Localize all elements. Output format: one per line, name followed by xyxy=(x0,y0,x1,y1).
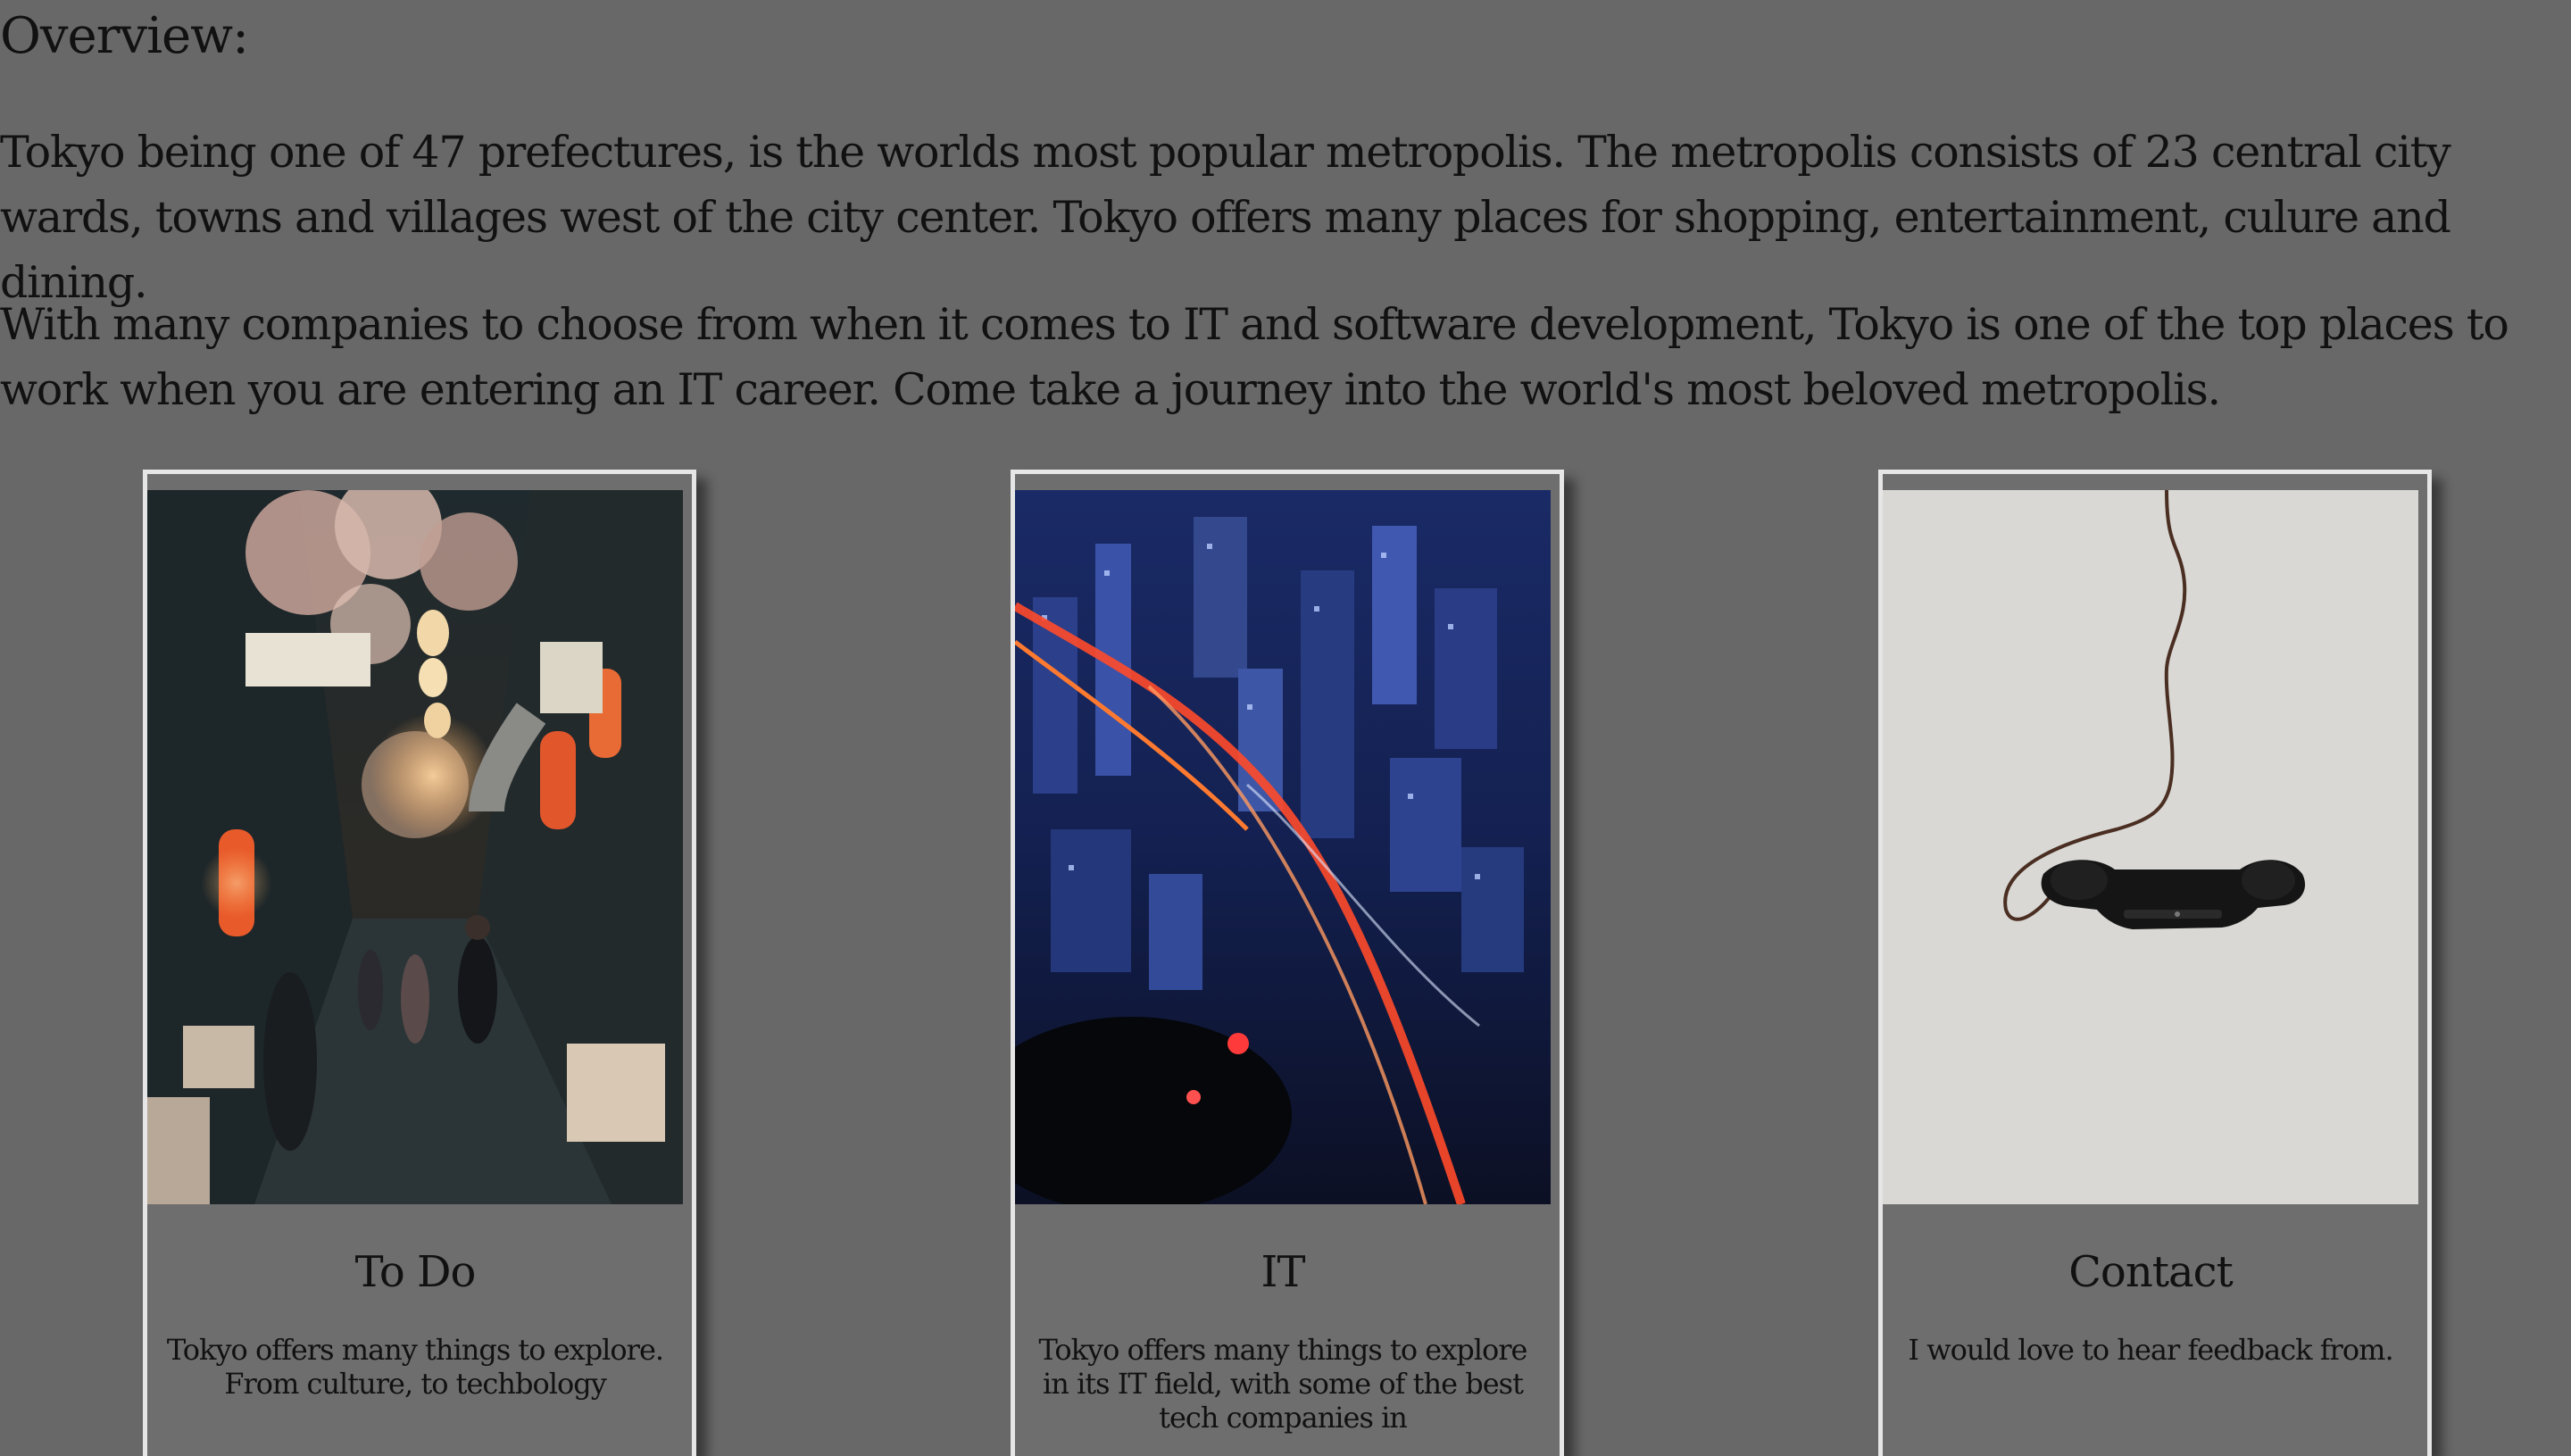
card-title: To Do xyxy=(354,1247,477,1297)
tokyo-city-night-image xyxy=(1015,490,1551,1204)
overview-paragraph-1: Tokyo being one of 47 prefectures, is th… xyxy=(0,127,2451,308)
card-contact[interactable]: Contact I would love to hear feedback fr… xyxy=(1878,470,2432,1456)
card-description: Tokyo offers many things to explore. Fro… xyxy=(166,1333,664,1401)
tokyo-alley-lanterns-image xyxy=(147,490,683,1204)
overview-paragraph-2: With many companies to choose from when … xyxy=(0,299,2509,415)
telephone-handset-image xyxy=(1883,490,2418,1204)
card-title: IT xyxy=(1261,1247,1306,1297)
card-to-do[interactable]: To Do Tokyo offers many things to explor… xyxy=(143,470,696,1456)
card-description: Tokyo offers many things to explore in i… xyxy=(1038,1333,1528,1435)
card-description: I would love to hear feedback from. xyxy=(1908,1333,2393,1367)
card-it[interactable]: IT Tokyo offers many things to explore i… xyxy=(1011,470,1564,1456)
card-title: Contact xyxy=(2068,1247,2234,1297)
overview-heading: Overview: xyxy=(0,7,249,65)
